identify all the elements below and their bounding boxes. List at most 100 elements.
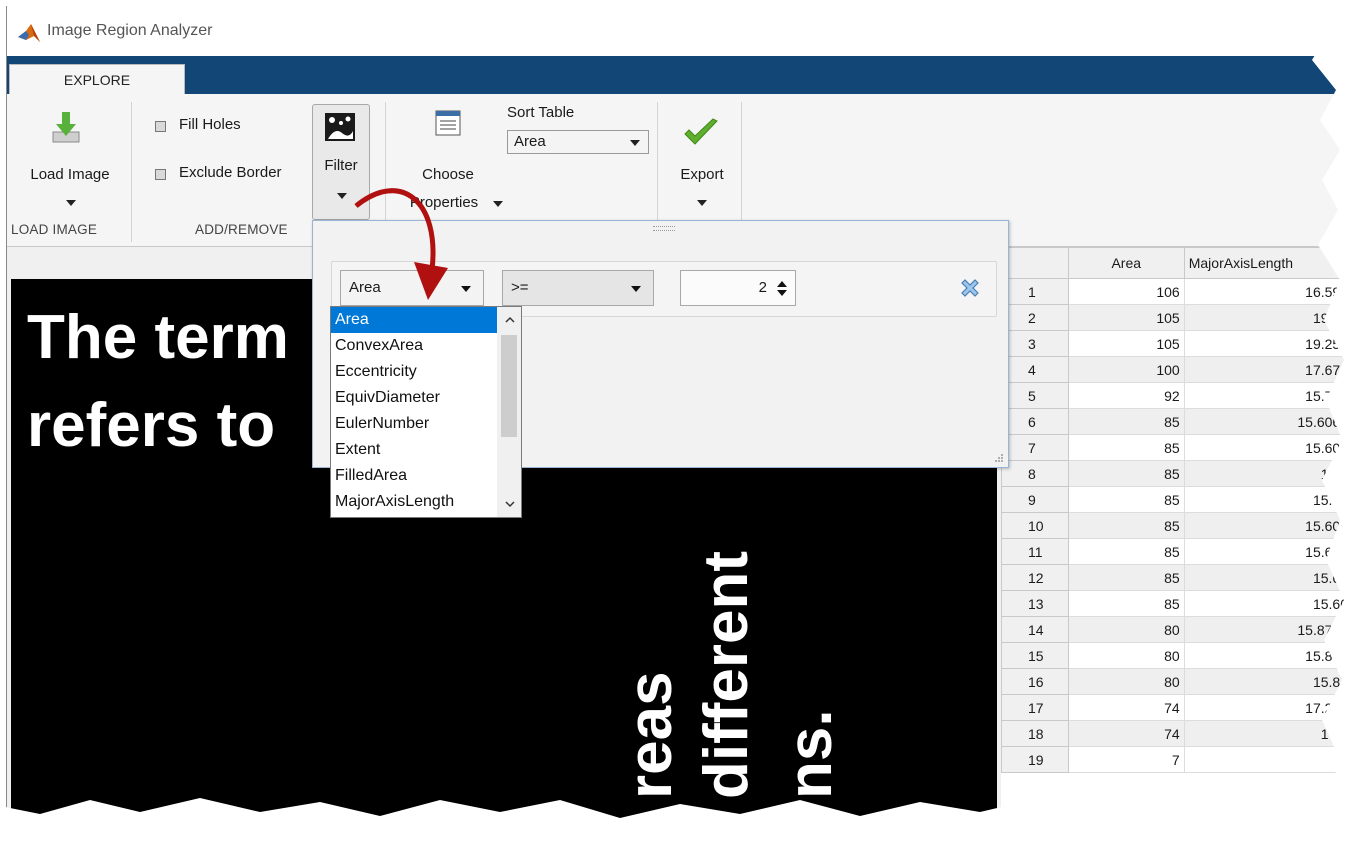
cell-area[interactable]: 85 bbox=[1067, 460, 1185, 487]
cell-majoraxislength[interactable]: 15.6062 bbox=[1183, 408, 1352, 435]
cell-area[interactable]: 85 bbox=[1067, 512, 1185, 539]
exclude-border-label[interactable]: Exclude Border bbox=[179, 164, 282, 181]
dropdown-option[interactable]: Extent bbox=[331, 437, 497, 463]
cell-majoraxislength[interactable]: 19.253 bbox=[1183, 330, 1352, 357]
cell-area[interactable]: 74 bbox=[1067, 720, 1185, 747]
cell-area[interactable]: 106 bbox=[1067, 278, 1185, 305]
table-row[interactable]: 18 74 17.2 bbox=[1001, 720, 1352, 747]
table-row[interactable]: 14 80 15.8733 bbox=[1001, 616, 1352, 643]
cell-area[interactable]: 85 bbox=[1067, 434, 1185, 461]
table-row[interactable]: 10 85 15.606 bbox=[1001, 512, 1352, 539]
table-row[interactable]: 17 74 17.282 bbox=[1001, 694, 1352, 721]
cell-area[interactable]: 80 bbox=[1067, 616, 1185, 643]
cell-majoraxislength[interactable]: 17.673 bbox=[1183, 356, 1352, 383]
cell-area[interactable]: 85 bbox=[1067, 486, 1185, 513]
table-row[interactable]: 19 7 bbox=[1001, 746, 1352, 773]
scroll-up-icon[interactable] bbox=[505, 315, 515, 325]
exclude-border-checkbox[interactable] bbox=[155, 169, 166, 180]
cell-area[interactable]: 85 bbox=[1067, 590, 1185, 617]
table-row[interactable]: 3 105 19.253 bbox=[1001, 330, 1352, 357]
column-header-majoraxislength[interactable]: MajorAxisLength bbox=[1183, 247, 1352, 279]
sort-table-select[interactable]: Area bbox=[507, 130, 649, 154]
cell-area[interactable]: 105 bbox=[1067, 330, 1185, 357]
table-row[interactable]: 13 85 15.60 bbox=[1001, 590, 1352, 617]
cell-area[interactable]: 7 bbox=[1067, 746, 1185, 773]
resize-grip-icon[interactable] bbox=[994, 453, 1004, 463]
load-image-button[interactable]: Load Image bbox=[11, 104, 127, 216]
table-row[interactable]: 1 106 16.597 bbox=[1001, 278, 1352, 305]
choose-properties-button[interactable]: Choose Properties bbox=[393, 104, 503, 216]
region-table[interactable]: Area MajorAxisLength 1 106 16.597 2 105 19.25… bbox=[1001, 247, 1352, 848]
threshold-spinner[interactable]: 2 bbox=[680, 270, 796, 306]
filter-button[interactable]: Filter bbox=[312, 104, 370, 220]
dropdown-option[interactable]: EulerNumber bbox=[331, 411, 497, 437]
cell-majoraxislength[interactable]: 15.60 bbox=[1183, 564, 1352, 591]
export-button[interactable]: Export bbox=[667, 104, 737, 216]
table-row[interactable]: 15 80 15.873 bbox=[1001, 642, 1352, 669]
dropdown-option[interactable]: EquivDiameter bbox=[331, 385, 497, 411]
cell-majoraxislength[interactable]: 15.60 bbox=[1183, 590, 1352, 617]
tab-explore[interactable]: EXPLORE bbox=[9, 64, 185, 94]
table-row[interactable]: 5 92 15.724 bbox=[1001, 382, 1352, 409]
scrollbar-thumb[interactable] bbox=[501, 335, 517, 437]
fill-holes-label[interactable]: Fill Holes bbox=[179, 116, 241, 133]
spin-up-icon[interactable] bbox=[777, 281, 787, 287]
image-text-line1: The term bbox=[27, 303, 289, 372]
cell-area[interactable]: 85 bbox=[1067, 538, 1185, 565]
cell-majoraxislength[interactable]: 15.724 bbox=[1183, 382, 1352, 409]
cell-area[interactable]: 92 bbox=[1067, 382, 1185, 409]
table-row[interactable]: 6 85 15.6062 bbox=[1001, 408, 1352, 435]
scroll-down-icon[interactable] bbox=[505, 499, 515, 509]
window-title: Image Region Analyzer bbox=[47, 22, 213, 39]
cell-majoraxislength[interactable]: 15.606 bbox=[1183, 512, 1352, 539]
dropdown-option[interactable]: Area bbox=[331, 307, 497, 333]
choose-label-1: Choose bbox=[422, 166, 474, 183]
load-image-icon bbox=[52, 112, 80, 143]
cell-majoraxislength[interactable]: 17.282 bbox=[1183, 694, 1352, 721]
scrollbar[interactable] bbox=[497, 307, 521, 517]
table-row[interactable]: 4 100 17.673 bbox=[1001, 356, 1352, 383]
dropdown-option[interactable]: ConvexArea bbox=[331, 333, 497, 359]
column-header-area[interactable]: Area bbox=[1067, 247, 1185, 279]
remove-criteria-icon[interactable] bbox=[958, 276, 982, 300]
cell-majoraxislength[interactable]: 15.87 bbox=[1183, 668, 1352, 695]
fill-holes-checkbox[interactable] bbox=[155, 121, 166, 132]
cell-area[interactable]: 80 bbox=[1067, 668, 1185, 695]
cell-majoraxislength[interactable]: 16.597 bbox=[1183, 278, 1352, 305]
spin-down-icon[interactable] bbox=[777, 290, 787, 296]
dropdown-option[interactable]: FilledArea bbox=[331, 463, 497, 489]
filter-icon bbox=[325, 113, 355, 141]
cell-area[interactable]: 85 bbox=[1067, 564, 1185, 591]
app-window: Image Region Analyzer EXPLORE Load Image… bbox=[6, 6, 1352, 848]
cell-majoraxislength[interactable]: 19.25 bbox=[1183, 304, 1352, 331]
property-dropdown-list[interactable]: Area ConvexArea Eccentricity EquivDiameter E… bbox=[330, 306, 522, 518]
drag-grip-icon[interactable] bbox=[653, 226, 675, 231]
table-row[interactable]: 7 85 15.606 bbox=[1001, 434, 1352, 461]
table-row[interactable]: 9 85 15.60 bbox=[1001, 486, 1352, 513]
table-row[interactable]: 8 85 15.6 bbox=[1001, 460, 1352, 487]
row-header-corner bbox=[1001, 247, 1069, 279]
table-row[interactable]: 16 80 15.87 bbox=[1001, 668, 1352, 695]
cell-area[interactable]: 100 bbox=[1067, 356, 1185, 383]
cell-majoraxislength[interactable] bbox=[1183, 746, 1352, 773]
matlab-logo-icon bbox=[18, 24, 40, 42]
dropdown-option[interactable]: Eccentricity bbox=[331, 359, 497, 385]
table-row[interactable]: 2 105 19.25 bbox=[1001, 304, 1352, 331]
dropdown-option[interactable]: MajorAxisLength bbox=[331, 489, 497, 515]
property-dropdown[interactable]: Area bbox=[340, 270, 484, 306]
cell-area[interactable]: 80 bbox=[1067, 642, 1185, 669]
cell-area[interactable]: 85 bbox=[1067, 408, 1185, 435]
cell-majoraxislength[interactable]: 17.2 bbox=[1183, 720, 1352, 747]
cell-majoraxislength[interactable]: 15.873 bbox=[1183, 642, 1352, 669]
cell-majoraxislength[interactable]: 15.60 bbox=[1183, 486, 1352, 513]
table-row[interactable]: 11 85 15.606 bbox=[1001, 538, 1352, 565]
cell-majoraxislength[interactable]: 15.606 bbox=[1183, 434, 1352, 461]
filter-label: Filter bbox=[324, 157, 358, 174]
cell-area[interactable]: 105 bbox=[1067, 304, 1185, 331]
operator-dropdown[interactable]: >= bbox=[502, 270, 654, 306]
table-row[interactable]: 12 85 15.60 bbox=[1001, 564, 1352, 591]
cell-majoraxislength[interactable]: 15.606 bbox=[1183, 538, 1352, 565]
cell-area[interactable]: 74 bbox=[1067, 694, 1185, 721]
cell-majoraxislength[interactable]: 15.8733 bbox=[1183, 616, 1352, 643]
cell-majoraxislength[interactable]: 15.6 bbox=[1183, 460, 1352, 487]
